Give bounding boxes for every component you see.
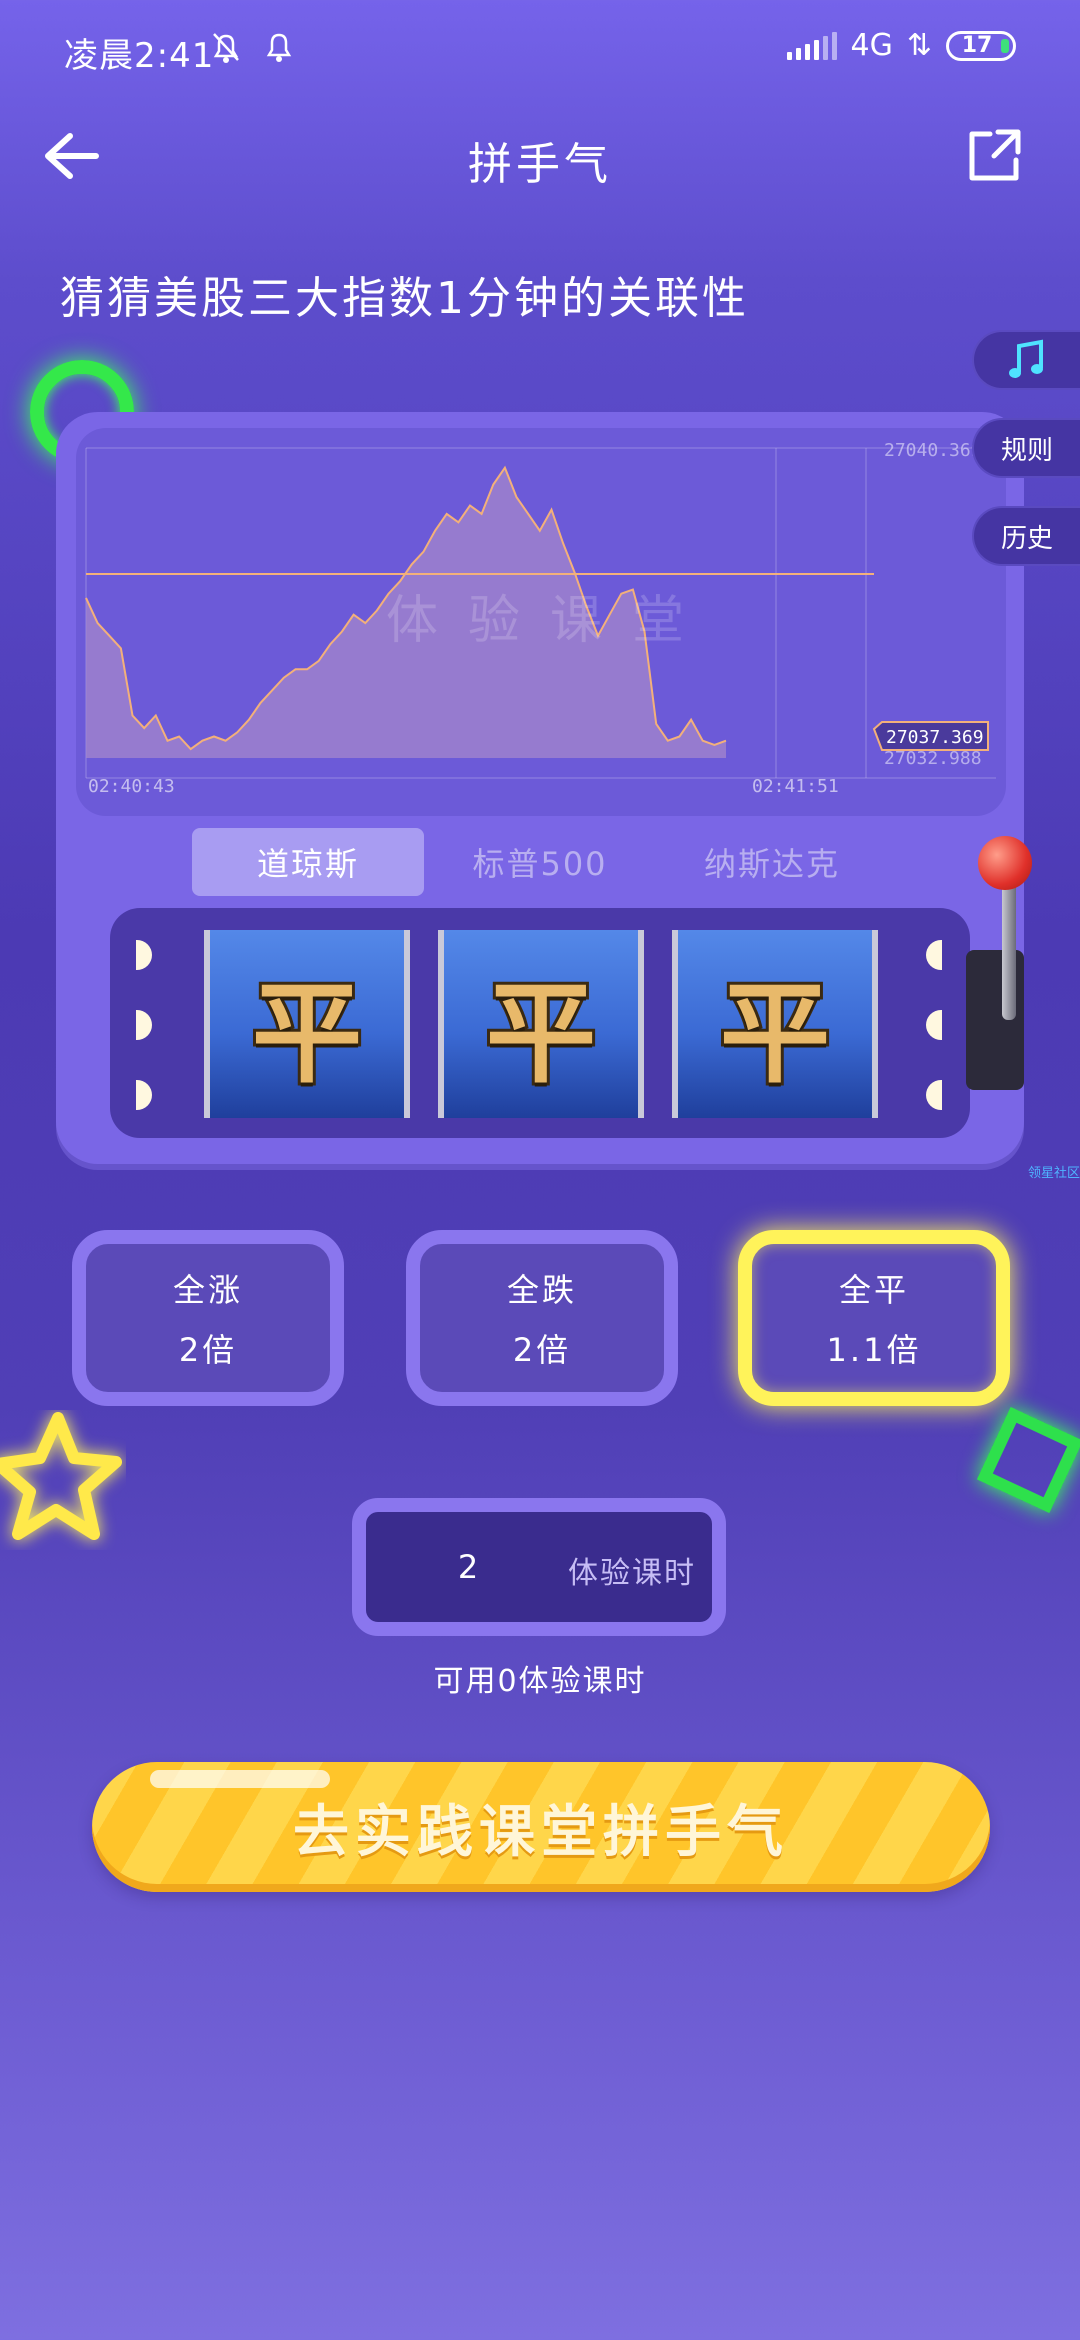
question-text: 猜猜美股三大指数1分钟的关联性 <box>60 273 749 324</box>
neon-star-decoration <box>0 1412 122 1540</box>
chart-start-time: 02:40:43 <box>88 776 175 797</box>
tab-nasdaq[interactable]: 纳斯达克 <box>656 828 888 896</box>
option-label: 全跌 <box>506 1271 577 1309</box>
reel-symbol: 平 <box>249 967 365 1101</box>
chart-current-value: 27037.369 <box>886 727 984 748</box>
available-hours-text: 可用0体验课时 <box>433 1664 647 1699</box>
chart-top-value: 27040.369 <box>884 440 982 461</box>
status-icons-left <box>208 30 294 72</box>
data-transfer-icon: ⇅ <box>906 28 932 63</box>
option-label: 全涨 <box>172 1271 243 1309</box>
network-type: 4G <box>850 28 893 63</box>
music-toggle-button[interactable] <box>972 330 1080 390</box>
chart-watermark: 体验课堂 <box>386 591 714 651</box>
history-button[interactable]: 历史 <box>972 506 1080 566</box>
battery-level: 17 <box>961 33 993 58</box>
stake-unit: 体验课时 <box>568 1556 696 1591</box>
status-icons-right: 4G ⇅ 17 <box>786 28 1016 63</box>
neon-square-decoration <box>976 1406 1080 1514</box>
option-all-down[interactable]: 全跌 2倍 <box>406 1230 678 1406</box>
tab-sp500[interactable]: 标普500 <box>424 828 656 896</box>
lever-stick[interactable] <box>1002 880 1016 1020</box>
battery-icon: 17 <box>946 30 1016 61</box>
chart-end-time: 02:41:51 <box>752 776 839 797</box>
tab-dow-jones[interactable]: 道琼斯 <box>192 828 424 896</box>
option-label: 全平 <box>838 1271 909 1309</box>
reel-1: 平 <box>204 930 410 1118</box>
button-shine <box>150 1770 330 1788</box>
index-chart: 体验课堂 27040.369 27037.369 27032.988 02:40… <box>76 428 1006 816</box>
status-time: 凌晨2:41 <box>64 36 215 76</box>
music-note-icon <box>1009 339 1043 378</box>
lever-handle[interactable] <box>978 836 1032 890</box>
reel-3: 平 <box>672 930 878 1118</box>
reel-symbol: 平 <box>717 967 833 1101</box>
option-multiplier: 1.1倍 <box>826 1331 922 1369</box>
rules-button[interactable]: 规则 <box>972 418 1080 478</box>
signal-icon <box>786 31 837 60</box>
option-multiplier: 2倍 <box>512 1331 572 1369</box>
page-title: 拼手气 <box>468 139 612 190</box>
reel-2: 平 <box>438 930 644 1118</box>
chart-bottom-value: 27032.988 <box>884 748 982 769</box>
option-all-up[interactable]: 全涨 2倍 <box>72 1230 344 1406</box>
share-icon <box>969 129 1021 181</box>
option-all-flat[interactable]: 全平 1.1倍 <box>738 1230 1010 1406</box>
chart-current-value-tag: 27037.369 <box>872 721 989 751</box>
share-button[interactable] <box>968 128 1022 182</box>
option-multiplier: 2倍 <box>178 1331 238 1369</box>
bell-icon <box>264 33 294 72</box>
index-tabs: 道琼斯 标普500 纳斯达克 <box>192 828 892 896</box>
alarm-off-icon <box>208 33 254 72</box>
reel-symbol: 平 <box>483 967 599 1101</box>
chart-svg: 体验课堂 27040.369 27037.369 27032.988 02:40… <box>85 440 996 797</box>
community-watermark: 领星社区 <box>1028 1166 1080 1181</box>
stake-value[interactable]: 2 <box>352 1548 584 1586</box>
